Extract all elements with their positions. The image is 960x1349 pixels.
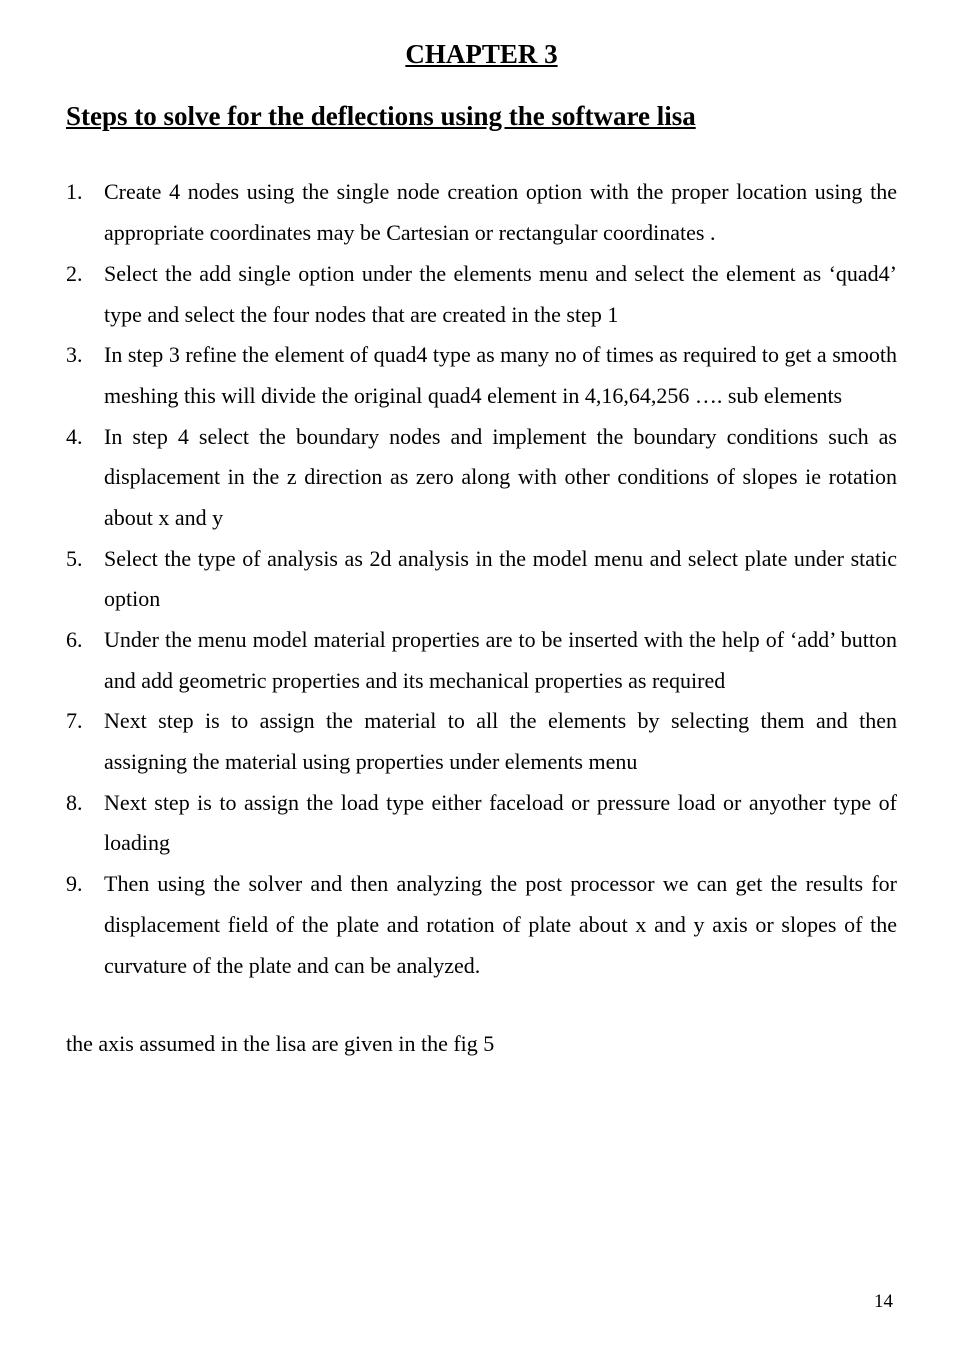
chapter-title: CHAPTER 3 — [66, 39, 897, 70]
list-item: Create 4 nodes using the single node cre… — [66, 172, 897, 253]
list-item: Next step is to assign the material to a… — [66, 701, 897, 782]
page: CHAPTER 3 Steps to solve for the deflect… — [0, 0, 960, 1349]
list-item: Select the type of analysis as 2d analys… — [66, 539, 897, 620]
list-item: Under the menu model material properties… — [66, 620, 897, 701]
list-item: In step 3 refine the element of quad4 ty… — [66, 335, 897, 416]
list-item: Then using the solver and then analyzing… — [66, 864, 897, 986]
steps-list: Create 4 nodes using the single node cre… — [66, 172, 897, 986]
list-item: In step 4 select the boundary nodes and … — [66, 417, 897, 539]
footer-text: the axis assumed in the lisa are given i… — [66, 1024, 897, 1065]
page-number: 14 — [874, 1291, 893, 1313]
list-item: Select the add single option under the e… — [66, 254, 897, 335]
section-title: Steps to solve for the deflections using… — [66, 98, 897, 134]
list-item: Next step is to assign the load type eit… — [66, 783, 897, 864]
